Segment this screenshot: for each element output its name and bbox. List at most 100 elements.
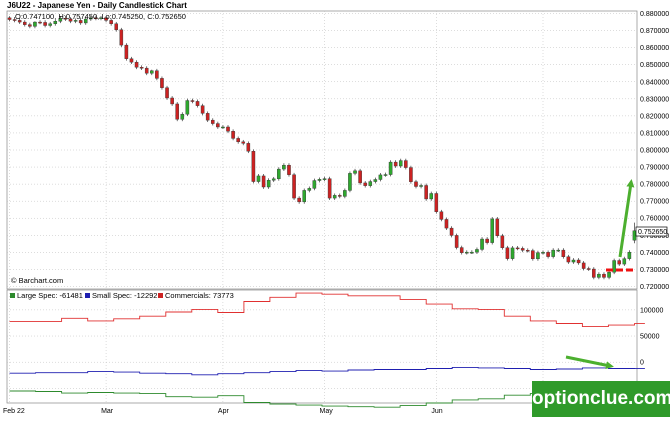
candle-body: [43, 22, 47, 26]
candle-body: [28, 24, 32, 27]
candle-body: [409, 167, 413, 182]
price-tick-label: 0.720000: [640, 284, 669, 291]
price-tick-label: 0.810000: [640, 130, 669, 137]
candle-body: [134, 61, 139, 68]
price-tick-label: 0.760000: [640, 216, 669, 223]
candle-body: [510, 247, 515, 259]
candle-body: [383, 174, 388, 176]
candle-body: [475, 249, 479, 253]
candle-body: [485, 238, 489, 243]
candle-body: [571, 259, 576, 263]
cot-tick-label: 50000: [640, 334, 660, 341]
candle-body: [332, 195, 337, 199]
price-tick-label: 0.780000: [640, 182, 669, 189]
candle-body: [317, 179, 322, 181]
price-tick-label: 0.830000: [640, 96, 669, 103]
date-label: Jun: [431, 408, 442, 415]
candle-body: [33, 21, 37, 27]
candle-body: [388, 161, 393, 175]
candle-body: [236, 138, 240, 143]
candle-body: [398, 160, 403, 167]
candle-body: [256, 175, 261, 182]
candle-body: [439, 211, 444, 220]
candle-body: [175, 103, 179, 120]
candle-body: [592, 268, 596, 278]
candle-body: [632, 230, 637, 241]
candle-body: [165, 87, 169, 99]
candle-body: [195, 101, 200, 106]
candle-body: [251, 150, 256, 182]
candle-body: [144, 67, 149, 74]
candle-body: [190, 100, 195, 102]
candle-body: [119, 29, 124, 46]
source-label: © Barchart.com: [11, 276, 63, 285]
candle-body: [124, 44, 129, 59]
price-tick-label: 0.820000: [640, 113, 669, 120]
candle-body: [185, 100, 190, 115]
candle-body: [444, 219, 449, 229]
candle-body: [7, 17, 12, 20]
price-tick-label: 0.770000: [640, 199, 669, 206]
candle-body: [449, 227, 454, 236]
last-price-label: 0.752650: [638, 229, 667, 236]
candle-body: [515, 247, 520, 250]
candle-body: [348, 173, 352, 191]
date-label: May: [320, 408, 334, 415]
ohlc-readout: O:0.747100, H:0.757450, Lo:0.745250, C:0…: [15, 12, 186, 21]
candle-body: [393, 161, 398, 167]
small-spec-swatch: [85, 293, 90, 298]
price-tick-label: 0.870000: [640, 28, 669, 35]
candle-body: [180, 113, 185, 120]
candlestick-chart: 0.880000 0.870000 0.860000 0.850000 0.840000…: [3, 1, 669, 415]
date-label: Apr: [218, 408, 230, 415]
candle-body: [205, 113, 210, 121]
candle-body: [520, 248, 525, 251]
price-tick-label: 0.840000: [640, 79, 669, 86]
candle-body: [576, 259, 581, 264]
candle-body: [404, 160, 408, 168]
candle-body: [231, 131, 235, 139]
price-tick-label: 0.850000: [640, 62, 669, 69]
price-tick-label: 0.880000: [640, 11, 669, 18]
watermark-logo: optionclue.com: [532, 381, 670, 417]
candle-body: [221, 126, 225, 129]
candle-body: [338, 195, 342, 197]
candle-body: [266, 179, 271, 188]
candle-body: [210, 119, 215, 124]
candle-body: [602, 273, 606, 278]
candle-body: [490, 218, 494, 243]
candle-body: [160, 78, 164, 88]
candle-body: [581, 262, 586, 269]
candle-body: [139, 67, 144, 69]
candle-body: [343, 190, 347, 197]
candle-body: [551, 249, 555, 257]
candle-body: [627, 251, 632, 259]
commercials-swatch: [158, 293, 163, 298]
candle-body: [297, 197, 301, 203]
candle-body: [302, 190, 306, 203]
legend-small-spec: Small Spec: -12292: [92, 291, 157, 300]
candle-body: [277, 168, 281, 180]
candle-body: [419, 185, 423, 187]
legend-commercials: Commercials: 73773: [165, 291, 234, 300]
candle-body: [155, 70, 159, 79]
candle-body: [424, 185, 428, 200]
price-tick-label: 0.800000: [640, 148, 669, 155]
candle-body: [470, 251, 474, 254]
candle-body: [586, 268, 591, 270]
candle-body: [200, 105, 205, 114]
candle-body: [536, 252, 540, 260]
candle-body: [226, 126, 230, 132]
candle-body: [216, 123, 220, 128]
candle-body: [505, 247, 510, 259]
candle-body: [241, 141, 246, 144]
candle-body: [500, 235, 505, 248]
candle-body: [358, 170, 362, 184]
candle-body: [312, 180, 317, 189]
price-tick-label: 0.740000: [640, 250, 669, 257]
candle-body: [480, 238, 484, 250]
candle-body: [363, 182, 367, 186]
candle-body: [271, 178, 276, 181]
chart-stage: 0.880000 0.870000 0.860000 0.850000 0.840000…: [0, 0, 670, 417]
candle-body: [292, 174, 296, 199]
